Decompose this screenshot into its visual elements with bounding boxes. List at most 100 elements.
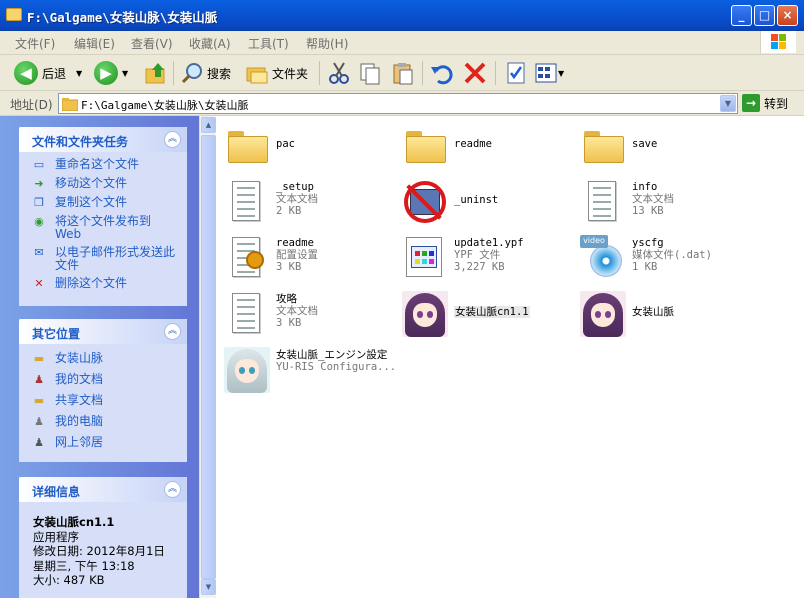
scroll-down-button[interactable]: ▼ xyxy=(201,579,216,595)
chevron-down-icon[interactable]: ▼ xyxy=(122,69,128,78)
delete-button[interactable] xyxy=(463,58,487,88)
delete-icon xyxy=(464,62,486,84)
task-label: 以电子邮件形式发送此文件 xyxy=(55,245,176,272)
details-modified: 修改日期: 2012年8月1日 xyxy=(33,544,165,558)
properties-button[interactable] xyxy=(504,58,528,88)
paste-button[interactable] xyxy=(391,58,415,88)
file-tile[interactable]: save xyxy=(576,119,754,171)
file-tile[interactable]: update1.ypf YPF 文件 3,227 KB xyxy=(398,231,576,283)
place-my-documents[interactable]: ♟ 我的文档 xyxy=(31,373,177,387)
file-tile[interactable]: info 文本文档 13 KB xyxy=(576,175,754,227)
folders-label: 文件夹 xyxy=(272,66,309,81)
close-button[interactable]: × xyxy=(777,5,798,26)
cut-button[interactable] xyxy=(327,58,351,88)
maximize-button[interactable]: □ xyxy=(754,5,775,26)
task-copy[interactable]: ❐ 复制这个文件 xyxy=(31,196,177,210)
task-label: 将这个文件发布到 Web xyxy=(55,214,152,241)
file-name: 攻略 xyxy=(276,293,297,305)
other-places-header[interactable]: 其它位置 ︽ xyxy=(19,319,187,344)
file-tile[interactable]: readme xyxy=(398,119,576,171)
properties-icon xyxy=(507,62,525,84)
panel-title: 文件和文件夹任务 xyxy=(32,135,129,149)
copy-button[interactable] xyxy=(358,58,382,88)
collapse-chevron-icon[interactable]: ︽ xyxy=(164,481,181,498)
file-size: 1 KB xyxy=(632,261,658,273)
file-tile[interactable]: 女装山脈 xyxy=(576,287,754,339)
vertical-scrollbar[interactable]: ▲ ▼ xyxy=(199,116,216,598)
file-type: 文本文档 xyxy=(632,193,674,205)
file-tile[interactable]: readme 配置设置 3 KB xyxy=(220,231,398,283)
file-tile[interactable]: pac xyxy=(220,119,398,171)
file-tile[interactable]: 女装山脈_エンジン設定 YU-RIS Configura... xyxy=(220,343,398,395)
menu-favorites[interactable]: 收藏(A) xyxy=(189,35,231,52)
paste-icon xyxy=(393,63,413,85)
file-tile[interactable]: _uninst xyxy=(398,175,576,227)
folder-icon xyxy=(62,98,78,111)
up-folder-button[interactable] xyxy=(144,58,168,88)
back-button[interactable]: ◀ 后退 ▼ xyxy=(14,58,82,88)
menu-tools[interactable]: 工具(T) xyxy=(248,35,289,52)
copy-icon: ❐ xyxy=(34,196,44,209)
place-network[interactable]: ♟ 网上邻居 xyxy=(31,436,177,450)
go-button[interactable]: → 转到 xyxy=(742,94,788,112)
network-icon: ♟ xyxy=(34,436,44,449)
scroll-thumb[interactable] xyxy=(201,135,216,579)
task-delete[interactable]: ✕ 删除这个文件 xyxy=(31,277,177,291)
text-document-icon xyxy=(222,177,270,225)
details-header[interactable]: 详细信息 ︽ xyxy=(19,477,187,502)
collapse-chevron-icon[interactable]: ︽ xyxy=(164,323,181,340)
place-label: 女装山脉 xyxy=(55,351,104,365)
other-places-panel: 其它位置 ︽ ▬ 女装山脉 ♟ 我的文档 ▬ 共享文档 ♟ 我的电脑 ♟ 网上邻居 xyxy=(19,319,187,462)
chevron-down-icon[interactable]: ▼ xyxy=(76,69,82,78)
folder-icon xyxy=(222,121,270,169)
folders-icon xyxy=(246,67,268,84)
menu-view[interactable]: 查看(V) xyxy=(131,35,173,52)
file-type: YPF 文件 xyxy=(454,249,501,261)
details-panel: 详细信息 ︽ 女装山脈cn1.1 应用程序 修改日期: 2012年8月1日 星期… xyxy=(19,477,187,598)
address-value: F:\Galgame\女装山脉\女装山脈 xyxy=(81,99,249,112)
menu-help[interactable]: 帮助(H) xyxy=(306,35,348,52)
toolbar-separator xyxy=(173,61,174,85)
folder-icon xyxy=(578,121,626,169)
chevron-down-icon: ▼ xyxy=(558,68,565,78)
file-list: pac readme save _setup 文本文档 2 KB _uninst… xyxy=(216,116,804,598)
config-settings-icon xyxy=(222,233,270,281)
file-name: save xyxy=(632,138,658,150)
search-button[interactable]: 搜索 xyxy=(180,58,231,88)
task-publish-web[interactable]: ◉ 将这个文件发布到 Web xyxy=(31,215,177,241)
file-tile[interactable]: 攻略 文本文档 3 KB xyxy=(220,287,398,339)
globe-icon: ◉ xyxy=(34,215,44,228)
folder-icon xyxy=(400,121,448,169)
file-tile-selected[interactable]: 女装山脈cn1.1 xyxy=(398,287,576,339)
uninstall-icon xyxy=(400,177,448,225)
menu-file[interactable]: 文件(F) xyxy=(15,35,55,52)
address-input[interactable]: F:\Galgame\女装山脉\女装山脈 ▼ xyxy=(58,93,738,114)
undo-button[interactable] xyxy=(430,58,454,88)
toolbar-separator xyxy=(319,61,320,85)
task-move[interactable]: ➜ 移动这个文件 xyxy=(31,177,177,191)
anime-config-icon xyxy=(222,345,270,393)
windows-logo-icon xyxy=(760,31,796,53)
place-my-computer[interactable]: ♟ 我的电脑 xyxy=(31,415,177,429)
views-button[interactable]: ▼ xyxy=(534,58,564,88)
forward-button[interactable]: ▶ ▼ xyxy=(94,58,128,88)
task-pane: 文件和文件夹任务 ︽ ▭ 重命名这个文件 ➜ 移动这个文件 ❐ 复制这个文件 ◉ 将这个… xyxy=(0,116,199,598)
menu-edit[interactable]: 编辑(E) xyxy=(74,35,115,52)
scroll-up-button[interactable]: ▲ xyxy=(201,117,216,133)
task-email[interactable]: ✉ 以电子邮件形式发送此文件 xyxy=(31,246,177,272)
task-label: 复制这个文件 xyxy=(55,195,128,209)
place-parent-folder[interactable]: ▬ 女装山脉 xyxy=(31,352,177,366)
details-size: 大小: 487 KB xyxy=(33,573,105,587)
minimize-button[interactable]: _ xyxy=(731,5,752,26)
search-icon xyxy=(181,63,202,84)
collapse-chevron-icon[interactable]: ︽ xyxy=(164,131,181,148)
file-tasks-header[interactable]: 文件和文件夹任务 ︽ xyxy=(19,127,187,152)
go-arrow-icon: → xyxy=(742,94,760,112)
place-shared-documents[interactable]: ▬ 共享文档 xyxy=(31,394,177,408)
task-label: 重命名这个文件 xyxy=(55,157,140,171)
address-dropdown-button[interactable]: ▼ xyxy=(720,95,736,112)
task-rename[interactable]: ▭ 重命名这个文件 xyxy=(31,158,177,172)
file-tile[interactable]: _setup 文本文档 2 KB xyxy=(220,175,398,227)
folders-button[interactable]: 文件夹 xyxy=(245,58,308,88)
file-tile[interactable]: video yscfg 媒体文件(.dat) 1 KB xyxy=(576,231,754,283)
